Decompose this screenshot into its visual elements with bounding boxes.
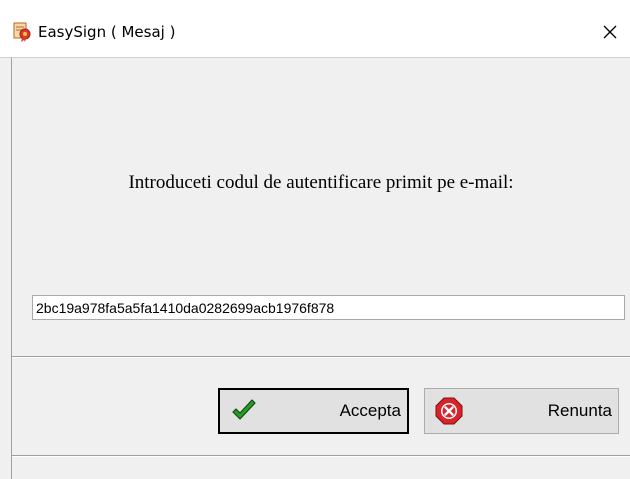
accept-button[interactable]: Accepta <box>218 388 409 434</box>
close-button[interactable] <box>590 10 630 54</box>
cancel-button[interactable]: Renunta <box>424 388 619 434</box>
close-icon <box>603 25 617 39</box>
separator-top <box>12 356 630 358</box>
red-stop-x-icon <box>435 397 463 425</box>
auth-code-prompt: Introduceti codul de autentificare primi… <box>128 172 514 193</box>
window-left-border <box>11 58 12 479</box>
title-bar[interactable]: EasySign ( Mesaj ) <box>0 0 630 58</box>
accept-button-label: Accepta <box>339 401 401 420</box>
window-title: EasySign ( Mesaj ) <box>38 23 176 41</box>
green-checkmark-icon <box>232 399 256 420</box>
certificate-ribbon-icon <box>13 22 31 42</box>
cancel-button-label: Renunta <box>547 401 612 420</box>
auth-code-input[interactable] <box>32 295 625 320</box>
separator-bottom <box>12 455 630 457</box>
dialog-window: EasySign ( Mesaj ) Introduceti codul de … <box>0 0 630 479</box>
